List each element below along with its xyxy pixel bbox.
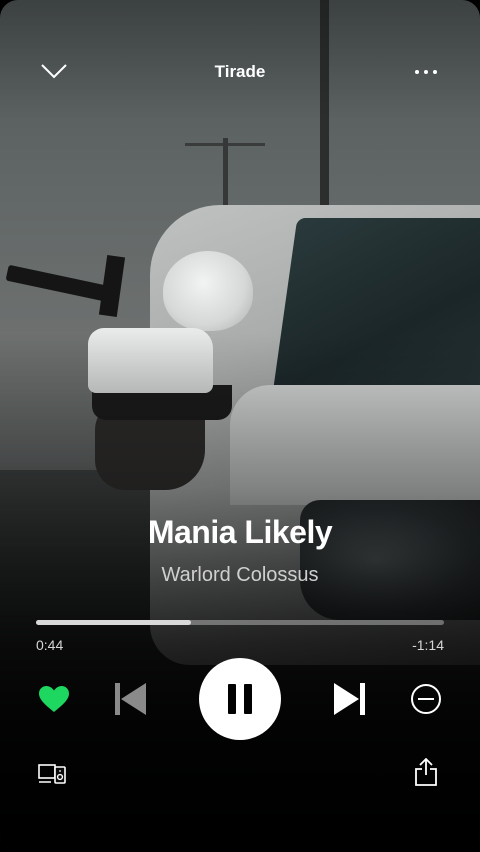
share-button[interactable] [408,754,444,790]
time-elapsed: 0:44 [36,637,64,653]
skip-next-icon [334,683,365,715]
skip-previous-icon [115,683,146,715]
playback-controls [0,655,480,740]
more-horizontal-icon [415,70,419,74]
chevron-down-icon [41,64,67,79]
progress-fill [36,620,192,625]
heart-filled-icon [39,686,69,712]
track-artist[interactable]: Warlord Colossus [0,564,480,587]
more-dot [433,70,437,74]
helmet [163,251,253,331]
collapse-button[interactable] [34,56,74,86]
like-button[interactable] [34,679,74,719]
header: Tirade [0,50,480,94]
devices-icon [38,764,66,784]
context-title: Tirade [214,62,266,81]
progress-bar[interactable] [36,620,444,625]
pause-icon [228,684,252,714]
hide-song-button[interactable] [406,679,446,719]
gun-magazine [98,255,126,317]
connect-devices-button[interactable] [34,758,70,790]
previous-button[interactable] [108,677,152,721]
minus-circle-icon [411,684,441,714]
pause-button[interactable] [199,658,281,740]
more-dot [424,70,428,74]
more-options-button[interactable] [406,58,446,86]
track-title[interactable]: Mania Likely [0,514,480,551]
time-remaining: -1:14 [412,637,444,653]
next-button[interactable] [328,677,372,721]
gun [5,264,117,304]
share-icon [415,758,437,786]
now-playing-screen: Tirade Mania Likely Warlord Colossus 0:4… [0,0,480,852]
